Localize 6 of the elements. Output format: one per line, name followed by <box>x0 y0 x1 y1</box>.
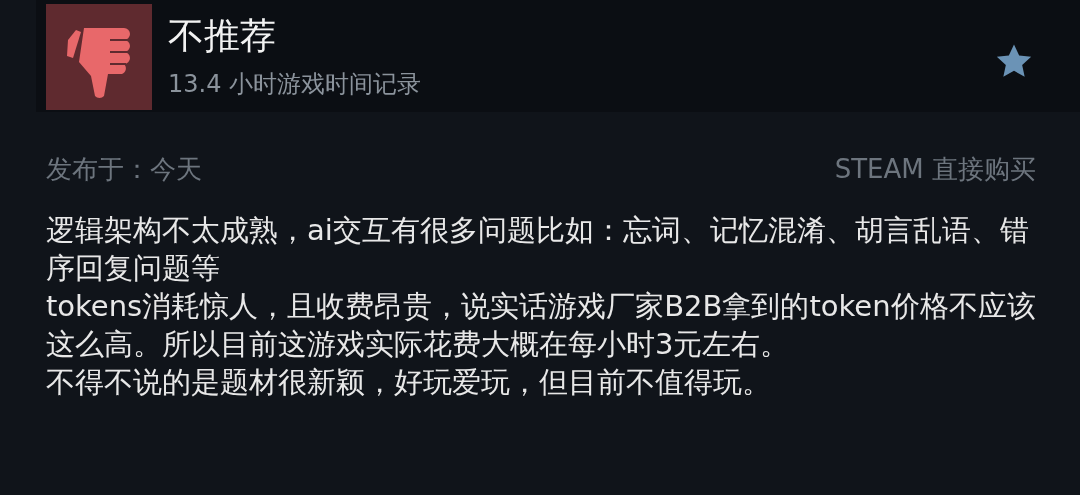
posted-date: 发布于：今天 <box>46 153 202 186</box>
review-verdict: 不推荐 <box>168 16 277 56</box>
review-paragraph: 不得不说的是题材很新颖，好玩爱玩，但目前不值得玩。 <box>46 364 772 401</box>
review-paragraph: tokens消耗惊人，且收费昂贵，说实话游戏厂家B2B拿到的token价格不应该这么高。所以目前这游戏实际花费大概在每小时3元左右。 <box>46 288 1037 363</box>
purchase-source: STEAM 直接购买 <box>834 153 1036 186</box>
playtime-text: 13.4 小时游戏时间记录 <box>168 68 422 100</box>
